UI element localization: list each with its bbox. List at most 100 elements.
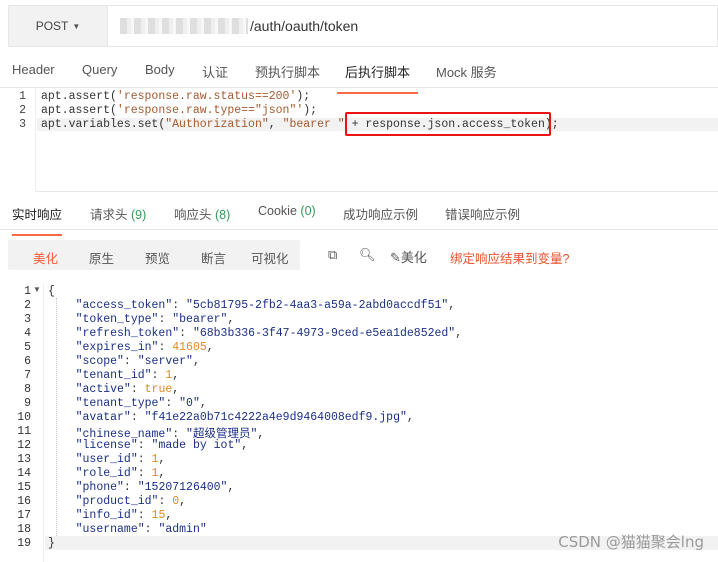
json-line: "tenant_type": "0", [75, 397, 207, 410]
json-key: "phone" [75, 481, 124, 494]
json-value: 15 [151, 509, 166, 522]
tab-mock[interactable]: Mock 服务 [436, 62, 497, 81]
line-number: 4 [24, 327, 31, 340]
view-assert[interactable]: 断言 [201, 248, 226, 267]
json-line: "role_id": 1, [75, 467, 166, 480]
json-line: "product_id": 0, [75, 495, 187, 508]
json-line: "active": true, [75, 383, 180, 396]
method-label: POST [35, 19, 69, 33]
view-raw[interactable]: 原生 [89, 248, 114, 267]
response-gutter: ▼ 1 2 3 4 5 6 7 8 9 10 11 12 13 14 15 16 17 18 19 [0, 284, 44, 562]
line-number: 11 [17, 425, 31, 438]
json-value: 1 [151, 453, 159, 466]
tab-cookie[interactable]: Cookie (0) [258, 204, 316, 218]
json-line: "phone": "15207126400", [75, 481, 235, 494]
tab-live-response[interactable]: 实时响应 [12, 204, 63, 236]
json-value: "15207126400" [137, 481, 228, 494]
annotation-highlight-box [345, 112, 551, 136]
json-line: "access_token": "5cb81795-2fb2-4aa3-a59a… [75, 299, 456, 312]
json-value: "f41e22a0b71c4222a4e9d9464008edf9.jpg" [144, 411, 407, 424]
json-value: "made by iot" [151, 439, 242, 452]
json-value: 1 [165, 369, 173, 382]
json-key: "refresh_token" [75, 327, 180, 340]
json-line: "info_id": 15, [75, 509, 173, 522]
json-line: "user_id": 1, [75, 453, 166, 466]
tab-success-example[interactable]: 成功响应示例 [343, 204, 418, 223]
line-number: 16 [17, 495, 31, 508]
view-mode-switch: 美化 原生 预览 断言 可视化 [8, 240, 300, 270]
line-number: 5 [24, 341, 31, 354]
tab-pre-script[interactable]: 预执行脚本 [255, 62, 320, 81]
view-pretty[interactable]: 美化 [33, 248, 58, 267]
json-key: "tenant_id" [75, 369, 152, 382]
chevron-down-icon: ▼ [72, 21, 81, 31]
tab-post-script[interactable]: 后执行脚本 [336, 62, 419, 94]
line-number: 2 [19, 104, 26, 117]
url-input[interactable]: /auth/oauth/token [108, 5, 718, 47]
json-key: "role_id" [75, 467, 138, 480]
code-line: apt.assert('response.raw.status==200'); [41, 90, 311, 103]
view-visualize[interactable]: 可视化 [251, 248, 289, 267]
response-toolbar: 美化 原生 预览 断言 可视化 ⧉ 🔍︎ ✎美化 绑定响应结果到变量? [8, 240, 718, 270]
beautify-label: 美化 [400, 250, 427, 265]
line-number: 17 [17, 509, 31, 522]
json-value: 0 [172, 495, 180, 508]
search-icon[interactable]: 🔍︎ [359, 247, 376, 263]
line-number: 10 [17, 411, 31, 424]
line-number: 3 [19, 118, 26, 131]
json-key: "product_id" [75, 495, 159, 508]
editor-gutter: 1 2 3 [0, 88, 36, 192]
json-value: "0" [179, 397, 200, 410]
json-value: 1 [151, 467, 159, 480]
json-line: "token_type": "bearer", [75, 313, 235, 326]
request-tabs: Header Query Body 认证 预执行脚本 后执行脚本 Mock 服务 [0, 52, 718, 94]
json-value: "bearer" [172, 313, 228, 326]
watermark: CSDN @猫猫聚会lng [558, 533, 704, 551]
code-line: apt.assert('response.raw.type=="json"'); [41, 104, 318, 117]
json-line: "tenant_id": 1, [75, 369, 180, 382]
tab-response-headers[interactable]: 响应头 (8) [174, 204, 230, 223]
json-value: "68b3b336-3f47-4973-9ced-e5ea1de852ed" [192, 327, 456, 340]
view-preview[interactable]: 预览 [145, 248, 170, 267]
line-number: 18 [17, 523, 31, 536]
tab-body[interactable]: Body [145, 62, 175, 77]
line-number: 19 [17, 537, 31, 550]
json-value: true [144, 383, 173, 396]
line-number: 13 [17, 453, 31, 466]
json-key: "scope" [75, 355, 124, 368]
json-open-brace: { [48, 285, 55, 298]
script-editor[interactable]: 1 2 3 apt.assert('response.raw.status==2… [0, 88, 718, 192]
json-line: "scope": "server", [75, 355, 200, 368]
tab-auth[interactable]: 认证 [202, 62, 228, 81]
json-line: "avatar": "f41e22a0b71c4222a4e9d9464008e… [75, 411, 414, 424]
response-body[interactable]: ▼ 1 2 3 4 5 6 7 8 9 10 11 12 13 14 15 16 17 18 19 { "acces… [0, 284, 718, 562]
tab-header[interactable]: Header [12, 62, 55, 77]
tab-query[interactable]: Query [82, 62, 117, 77]
fold-arrow-icon[interactable]: ▼ [33, 285, 41, 294]
line-number: 8 [24, 383, 31, 396]
json-key: "user_id" [75, 453, 138, 466]
bind-variable-link[interactable]: 绑定响应结果到变量? [450, 248, 569, 267]
beautify-button[interactable]: ✎美化 [390, 247, 427, 266]
method-select[interactable]: POST ▼ [8, 5, 108, 47]
line-number: 1 [19, 90, 26, 103]
json-line: "username": "admin" [75, 523, 207, 536]
json-value: "server" [137, 355, 193, 368]
json-value: 41605 [172, 341, 207, 354]
json-key: "info_id" [75, 509, 138, 522]
json-key: "license" [75, 439, 138, 452]
redacted-host [120, 18, 248, 34]
line-number: 9 [24, 397, 31, 410]
json-key: "tenant_type" [75, 397, 166, 410]
line-number: 14 [17, 467, 31, 480]
json-line: "refresh_token": "68b3b336-3f47-4973-9ce… [75, 327, 463, 340]
json-close-brace: } [48, 537, 55, 550]
line-number: 1 [24, 285, 31, 298]
json-key: "username" [75, 523, 145, 536]
response-tabs: 实时响应 请求头 (9) 响应头 (8) Cookie (0) 成功响应示例 错… [0, 192, 718, 236]
tab-error-example[interactable]: 错误响应示例 [445, 204, 520, 223]
line-number: 6 [24, 355, 31, 368]
tab-request-headers[interactable]: 请求头 (9) [90, 204, 146, 223]
copy-icon[interactable]: ⧉ [328, 247, 337, 263]
json-line: "expires_in": 41605, [75, 341, 214, 354]
